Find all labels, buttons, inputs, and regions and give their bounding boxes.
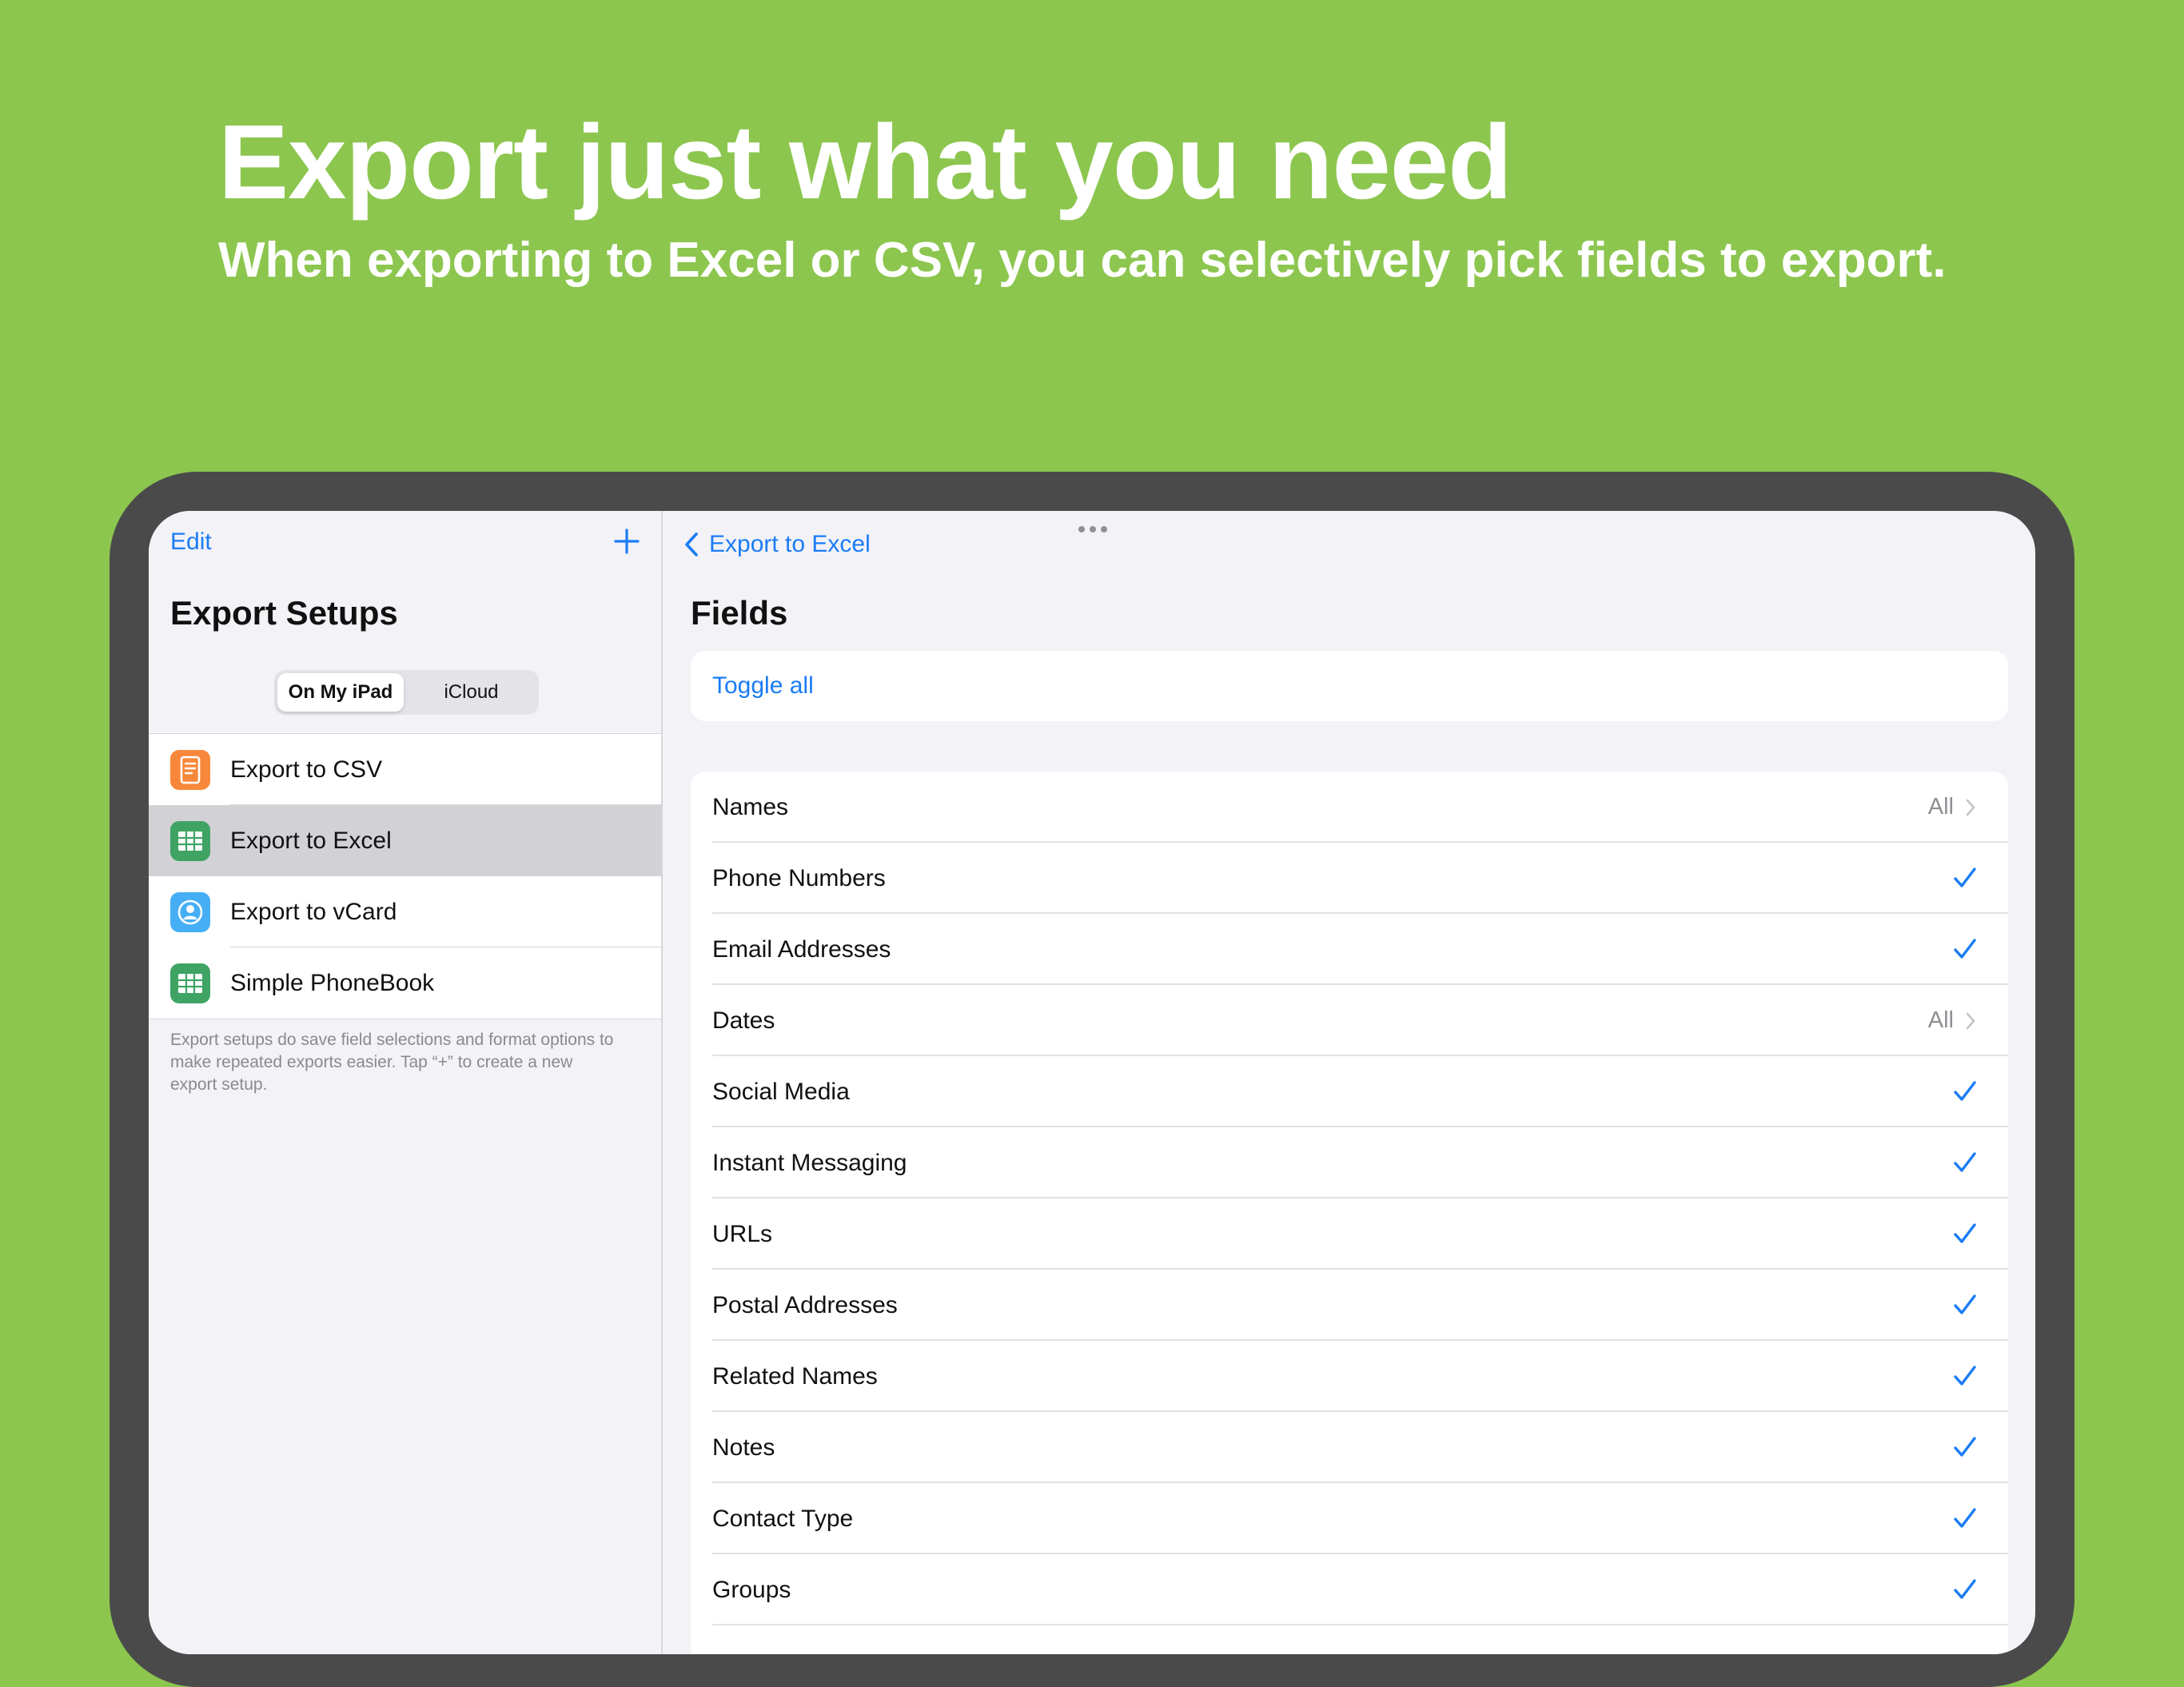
field-label: URLs: [712, 1221, 773, 1247]
row-divider: [712, 1624, 2008, 1625]
subheadline: When exporting to Excel or CSV, you can …: [218, 233, 1947, 288]
setup-item-export-to-vcard[interactable]: Export to vCard: [149, 876, 661, 947]
field-label: Social Media: [712, 1079, 850, 1105]
field-label: Notes: [712, 1434, 775, 1461]
field-row-groups[interactable]: Groups: [691, 1554, 2008, 1625]
edit-button[interactable]: Edit: [170, 528, 212, 556]
checkmark-icon: [1954, 1294, 1976, 1314]
field-row-instant-messaging[interactable]: Instant Messaging: [691, 1127, 2008, 1198]
back-button[interactable]: Export to Excel: [683, 528, 871, 560]
plus-icon[interactable]: [611, 525, 643, 557]
checkmark-icon: [1954, 1152, 1976, 1172]
sidebar: Edit Export Setups On My iPad iCloud Exp…: [149, 511, 663, 1654]
setup-item-export-to-csv[interactable]: Export to CSV: [149, 734, 661, 805]
chevron-left-icon: [685, 532, 698, 556]
field-row-notes[interactable]: Notes: [691, 1412, 2008, 1483]
excel-grid-icon: [170, 963, 210, 1003]
checkmark-icon: [1954, 1579, 1976, 1599]
field-label: Contact Type: [712, 1506, 854, 1532]
field-value: All: [1927, 794, 1954, 820]
setup-item-label: Export to vCard: [230, 899, 397, 925]
back-button-label: Export to Excel: [709, 531, 871, 557]
multitasking-handle-icon[interactable]: [1077, 524, 1109, 533]
setup-item-label: Export to Excel: [230, 828, 392, 854]
field-label: Related Names: [712, 1363, 878, 1390]
toggle-all-button[interactable]: Toggle all: [712, 651, 814, 721]
export-setups-list: Export to CSV Export to Excel Export to …: [149, 733, 661, 1019]
setup-item-export-to-excel[interactable]: Export to Excel: [149, 805, 661, 876]
field-label: Postal Addresses: [712, 1292, 898, 1318]
field-row-email-addresses[interactable]: Email Addresses: [691, 914, 2008, 985]
excel-grid-icon: [170, 821, 210, 861]
field-label: Dates: [712, 1007, 775, 1034]
field-row-social-media[interactable]: Social Media: [691, 1056, 2008, 1127]
sidebar-footnote: Export setups do save field selections a…: [170, 1031, 614, 1094]
chevron-right-icon: [1966, 799, 1975, 816]
sidebar-title: Export Setups: [170, 594, 398, 632]
chevron-right-icon: [1966, 1012, 1975, 1030]
checkmark-icon: [1954, 1366, 1976, 1386]
field-label: Email Addresses: [712, 936, 891, 963]
checkmark-icon: [1954, 939, 1976, 959]
field-label: Names: [712, 794, 789, 820]
checkmark-icon: [1954, 1437, 1976, 1457]
field-row-postal-addresses[interactable]: Postal Addresses: [691, 1270, 2008, 1341]
setup-item-label: Export to CSV: [230, 756, 383, 783]
segment-icloud[interactable]: iCloud: [407, 673, 536, 712]
checkmark-icon: [1954, 1508, 1976, 1528]
setup-item-simple-phonebook[interactable]: Simple PhoneBook: [149, 947, 661, 1019]
field-row-contact-type[interactable]: Contact Type: [691, 1483, 2008, 1554]
checkmark-icon: [1954, 1081, 1976, 1101]
storage-segmented-control: On My iPad iCloud: [274, 670, 539, 715]
checkmark-icon: [1954, 867, 1976, 887]
csv-document-icon: [170, 750, 210, 790]
field-label: Instant Messaging: [712, 1150, 907, 1176]
vcard-contact-icon: [170, 892, 210, 932]
field-row-related-names[interactable]: Related Names: [691, 1341, 2008, 1412]
ipad-screen: Edit Export Setups On My iPad iCloud Exp…: [149, 511, 2035, 1654]
field-row-names[interactable]: Names All: [691, 772, 2008, 843]
field-row-urls[interactable]: URLs: [691, 1198, 2008, 1270]
field-row-dates[interactable]: Dates All: [691, 985, 2008, 1056]
setup-item-label: Simple PhoneBook: [230, 970, 435, 996]
field-label: Groups: [712, 1577, 791, 1603]
toggle-all-card: Toggle all: [691, 651, 2008, 721]
headline: Export just what you need: [218, 103, 1512, 221]
detail-pane: Export to Excel Fields Toggle all Names A…: [663, 511, 2035, 1654]
field-row-phone-numbers[interactable]: Phone Numbers: [691, 843, 2008, 914]
field-label: Phone Numbers: [712, 865, 886, 891]
checkmark-icon: [1954, 1223, 1976, 1243]
page-title: Fields: [691, 594, 788, 632]
segment-on-my-ipad[interactable]: On My iPad: [277, 673, 404, 712]
field-value: All: [1927, 1007, 1954, 1033]
fields-list: Names All Phone Numbers Email Addresses Date…: [691, 772, 2008, 1654]
